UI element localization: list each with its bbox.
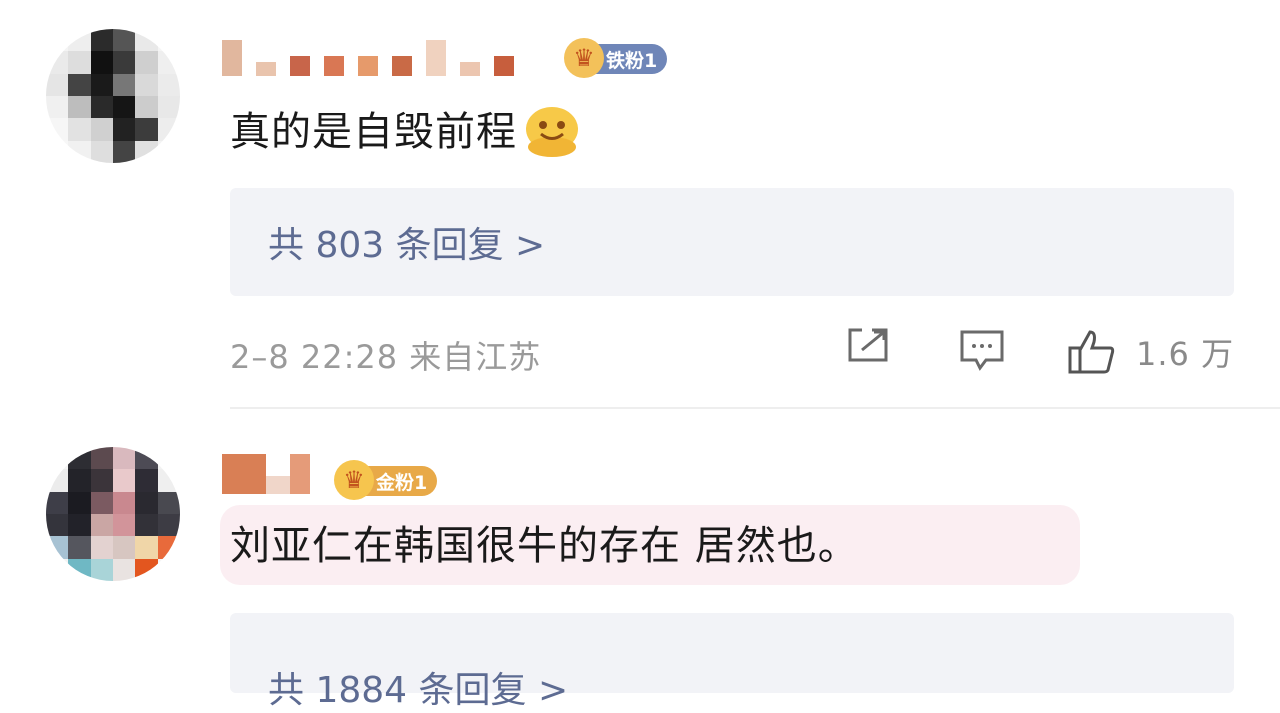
comment-meta: 2–8 22:28 来自江苏 [230,338,542,376]
comment-text-content: 真的是自毁前程 [230,109,517,155]
badge-label: 铁粉1 [606,49,658,72]
comment-item: ♛ 金粉1 刘亚仁在韩国很牛的存在 居然也。 共 1884 条回复 > [0,410,1280,711]
share-button[interactable] [846,326,892,366]
view-replies-button[interactable]: 共 1884 条回复 > [230,613,1234,711]
badge-label: 金粉1 [376,471,428,494]
avatar[interactable] [46,29,180,163]
comment-text: 真的是自毁前程 [230,102,581,162]
thumbs-up-icon [1068,330,1115,374]
fan-crown-icon: ♛ [564,38,604,78]
divider [230,407,1280,409]
comment-item: ♛ 铁粉1 真的是自毁前程 共 803 条回复 > 2–8 22:28 来自江苏 [0,0,1280,410]
iron-fan-badge[interactable]: ♛ 铁粉1 [564,38,668,78]
avatar[interactable] [46,447,180,581]
like-count: 1.6 万 [1136,335,1235,373]
smile-emoji-icon [523,103,581,161]
comment-text: 刘亚仁在韩国很牛的存在 居然也。 [230,523,859,569]
comment-icon [960,330,1004,371]
share-icon [848,328,888,362]
gold-fan-badge[interactable]: ♛ 金粉1 [334,460,438,500]
fan-crown-icon: ♛ [334,460,374,500]
replies-label: 共 803 条回复 > [268,225,546,266]
view-replies-button[interactable]: 共 803 条回复 > [230,188,1234,296]
replies-label: 共 1884 条回复 > [268,670,569,711]
comment-button[interactable] [958,326,1006,374]
like-button[interactable]: 1.6 万 [1066,326,1234,378]
username-pixelated[interactable] [222,450,324,494]
username-pixelated[interactable] [222,32,528,76]
